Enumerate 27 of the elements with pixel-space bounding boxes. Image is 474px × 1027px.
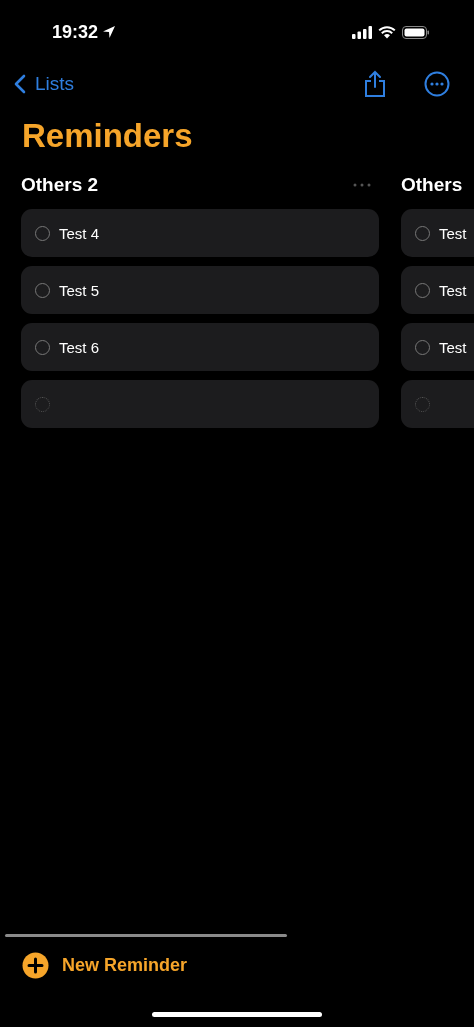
page-title: Reminders [22,116,194,156]
reminder-card[interactable]: Test 4 [21,209,379,257]
reminder-title: Test 6 [59,338,100,356]
wifi-icon [378,25,396,39]
reminder-card[interactable]: Test 5 [21,266,379,314]
battery-icon [402,25,430,39]
reminder-card[interactable]: Test 6 [21,323,379,371]
signal-icon [352,25,372,39]
share-icon[interactable] [364,70,386,98]
reminder-card[interactable]: Test [401,323,474,371]
list-title: Others [401,174,463,196]
reminder-card[interactable]: Test [401,209,474,257]
more-icon[interactable] [353,183,371,187]
list-title: Others 2 [21,174,99,196]
reminder-title: Test 4 [59,224,100,242]
plus-icon [22,952,49,979]
reminder-title: Test [439,281,467,299]
reminder-title: Test 5 [59,281,100,299]
back-button[interactable]: Lists [14,73,75,95]
new-reminder-button[interactable]: New Reminder [22,952,188,979]
chevron-left-icon [14,74,26,94]
more-icon[interactable] [424,71,450,97]
status-time: 19:32 [52,21,99,43]
location-arrow-icon [102,25,117,39]
reminder-title: Test [439,224,467,242]
reminder-card[interactable]: Test [401,266,474,314]
reminder-title: Test [439,338,467,356]
